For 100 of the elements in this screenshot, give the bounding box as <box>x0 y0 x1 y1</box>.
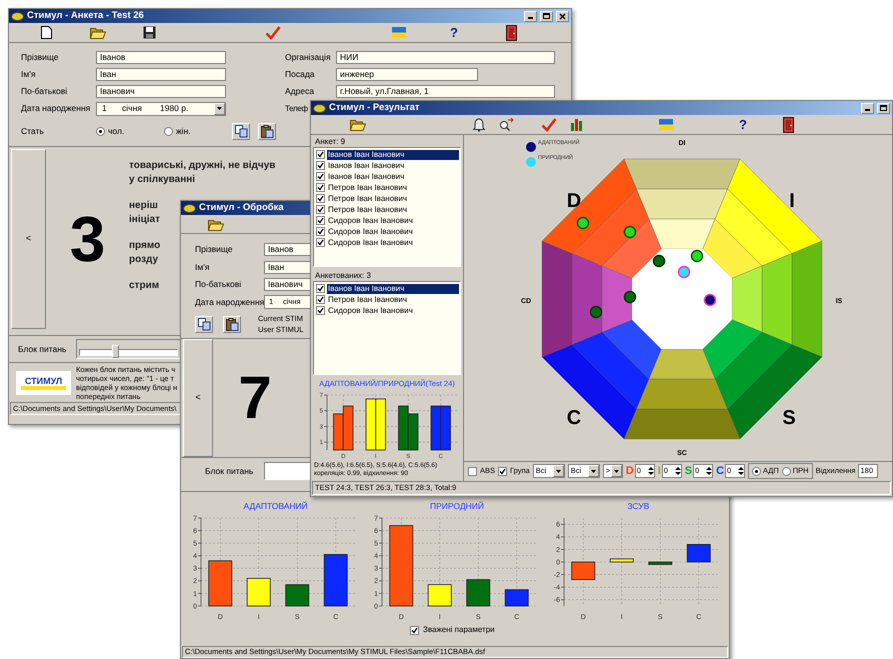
dropdown-button[interactable] <box>588 465 599 477</box>
door-icon[interactable] <box>506 24 516 40</box>
date-dropdown[interactable]: 1 січня 1980 р. <box>96 102 226 116</box>
list-item[interactable]: Петров Іван Іванович <box>327 294 408 304</box>
slider[interactable] <box>76 339 181 359</box>
checkbox[interactable] <box>316 227 325 236</box>
bar <box>366 398 376 450</box>
new-file-icon[interactable] <box>40 26 52 39</box>
check-icon[interactable] <box>265 26 281 40</box>
radio-button[interactable] <box>782 466 791 476</box>
checkbox[interactable] <box>316 194 325 203</box>
checkbox[interactable] <box>316 183 325 192</box>
spin-arrows-icon[interactable] <box>648 466 654 476</box>
radio-button[interactable] <box>164 126 173 136</box>
chart-title: ЗСУВ <box>627 500 650 512</box>
list-item[interactable]: Петров Іван Іванович <box>327 204 408 214</box>
previous-button[interactable]: < <box>183 339 213 457</box>
list-item[interactable]: Іванов Іван Іванович <box>327 284 459 294</box>
question-number: 3 <box>70 207 106 271</box>
text-field[interactable]: Іванович <box>96 85 226 98</box>
checkbox[interactable] <box>498 466 508 476</box>
folder-icon[interactable] <box>90 26 106 39</box>
bar <box>428 584 452 606</box>
close-button[interactable] <box>556 10 569 22</box>
field-label: Прізвище <box>195 244 234 256</box>
checkbox[interactable] <box>468 466 477 476</box>
list-item[interactable]: Іванов Іван Іванович <box>327 172 406 182</box>
text-field[interactable]: г.Новый, ул.Главная, 1 <box>336 85 555 98</box>
list-item[interactable]: Петров Іван Іванович <box>327 182 408 192</box>
list-item[interactable]: Петров Іван Іванович <box>327 194 408 204</box>
caret-icon <box>217 107 222 110</box>
checkbox[interactable] <box>410 626 419 634</box>
folder-icon[interactable] <box>208 218 224 230</box>
answer-text: прямо розду <box>129 239 160 267</box>
slider-thumb[interactable] <box>112 345 120 358</box>
dropdown-button[interactable] <box>610 465 622 477</box>
flag-icon[interactable] <box>659 119 673 130</box>
text-field[interactable]: Іван <box>264 260 311 274</box>
dropdown-button[interactable] <box>552 465 564 477</box>
list-item[interactable]: Сидоров Іван Іванович <box>327 216 414 226</box>
text-field[interactable]: Іванов <box>264 243 311 256</box>
maximize-button[interactable] <box>540 10 553 22</box>
list-item[interactable]: Іванов Іван Іванович <box>327 160 406 170</box>
text-field[interactable]: инженер <box>336 68 478 81</box>
checkbox[interactable] <box>316 205 325 214</box>
help-button[interactable]: ? <box>739 118 747 132</box>
folder-icon[interactable] <box>350 118 366 131</box>
radio-button[interactable] <box>752 466 762 476</box>
dropdown-button[interactable] <box>214 102 225 114</box>
list-item[interactable]: Сидоров Іван Іванович <box>327 306 414 316</box>
text-field[interactable]: Іванов <box>96 51 226 64</box>
list-item[interactable]: Сидоров Іван Іванович <box>327 226 414 236</box>
field-label: Телеф <box>285 103 309 114</box>
checkbox[interactable] <box>316 172 325 181</box>
checkbox[interactable] <box>316 161 325 170</box>
close-icon <box>559 12 566 20</box>
bar <box>609 558 634 562</box>
checkbox[interactable] <box>316 306 325 315</box>
chart-title: АДАПТОВАНИЙ <box>244 500 308 512</box>
minimize-button[interactable] <box>524 10 537 22</box>
floppy-icon[interactable] <box>142 26 156 39</box>
text-field[interactable]: Іван <box>96 68 226 81</box>
radio-button[interactable] <box>96 126 105 136</box>
paste-button[interactable] <box>258 122 276 140</box>
text-field[interactable]: НИИ <box>336 51 555 64</box>
copy-button[interactable] <box>195 316 213 332</box>
slider-label: Блок питань <box>18 344 68 354</box>
previous-button[interactable]: < <box>11 149 46 329</box>
copy-icon <box>198 318 210 330</box>
help-button[interactable]: ? <box>450 26 458 40</box>
data-point <box>624 290 636 304</box>
field-label: Посада <box>285 69 316 80</box>
search-icon[interactable] <box>498 118 514 131</box>
checkbox[interactable] <box>316 238 325 247</box>
bell-icon[interactable] <box>473 118 485 132</box>
field-label: Дата народження <box>195 296 264 308</box>
caret-icon <box>590 470 596 472</box>
paste-button[interactable] <box>223 316 241 332</box>
maximize-button[interactable] <box>877 102 890 114</box>
text-field[interactable]: Іванович <box>264 278 311 292</box>
spin-arrows-icon[interactable] <box>706 466 712 476</box>
checkbox[interactable] <box>316 284 325 293</box>
checkbox[interactable] <box>316 295 325 304</box>
bar-chart-icon[interactable] <box>570 118 582 131</box>
door-icon[interactable] <box>782 116 794 132</box>
spin-arrows-icon[interactable] <box>674 466 681 476</box>
app-icon <box>11 12 24 20</box>
list-item[interactable]: Іванов Іван Іванович <box>327 150 459 160</box>
bar <box>324 554 348 606</box>
copy-icon <box>234 124 248 138</box>
checkbox[interactable] <box>316 216 325 225</box>
factor-letter: D <box>626 465 634 477</box>
bar <box>440 406 451 450</box>
checkbox[interactable] <box>316 150 325 159</box>
flag-icon[interactable] <box>392 27 406 38</box>
minimize-button[interactable] <box>861 102 874 114</box>
copy-button[interactable] <box>232 122 250 140</box>
check-icon[interactable] <box>541 118 557 132</box>
spin-arrows-icon[interactable] <box>738 466 744 476</box>
list-item[interactable]: Сидоров Іван Іванович <box>327 238 414 248</box>
